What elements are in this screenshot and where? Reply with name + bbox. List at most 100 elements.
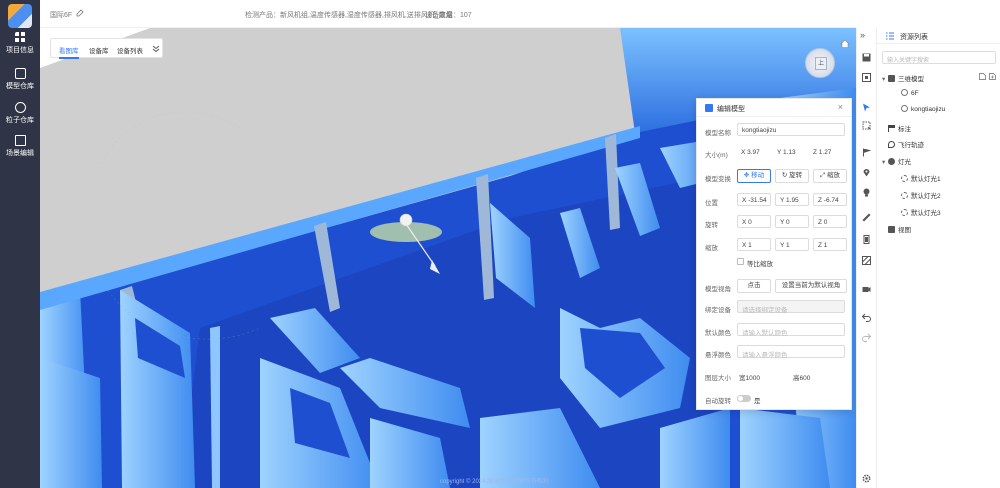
- view-click-button[interactable]: 点击: [737, 279, 771, 293]
- product-label: 检测产品：新风机组,温度传感器,湿度传感器,排风机,送排风机_废烟: [245, 12, 453, 19]
- tree-item-label: 默认灯光2: [911, 193, 941, 200]
- camera-icon[interactable]: [862, 285, 871, 294]
- rotation-label: 旋转: [705, 222, 718, 229]
- tree-item-light-1[interactable]: 默认灯光1: [901, 173, 941, 183]
- transform-icon[interactable]: [862, 121, 871, 130]
- rail-item-scene-edit[interactable]: 场景编辑: [0, 135, 40, 158]
- hatch-icon[interactable]: [862, 256, 871, 265]
- scale-y-input[interactable]: Y 1: [775, 238, 809, 251]
- left-rail: 项目信息 模型仓库 粒子仓库 场景编辑: [0, 0, 40, 488]
- position-z: Z -6.74: [818, 197, 839, 204]
- default-color-input[interactable]: 请输入默认颜色: [737, 323, 845, 337]
- selected-color-placeholder: 请输入悬浮颜色: [742, 352, 788, 359]
- home-icon[interactable]: [840, 39, 850, 48]
- undo-icon[interactable]: [862, 313, 871, 322]
- position-z-input[interactable]: Z -6.74: [813, 193, 847, 206]
- device-placeholder: 请选择绑定设备: [742, 307, 788, 314]
- location-icon[interactable]: [862, 168, 871, 177]
- image-width[interactable]: 宽1000: [739, 372, 760, 382]
- tree-item-light-2[interactable]: 默认灯光2: [901, 190, 941, 200]
- position-x-input[interactable]: X -31.54: [737, 193, 771, 206]
- device-select[interactable]: 请选择绑定设备: [737, 300, 845, 314]
- light-icon[interactable]: [862, 188, 871, 197]
- rotation-z-input[interactable]: Z 0: [813, 215, 847, 228]
- move-button-label: 移动: [751, 172, 765, 179]
- light-icon: [901, 192, 908, 199]
- section-icon[interactable]: [862, 235, 871, 244]
- set-default-view-button[interactable]: 设置当前为默认视角: [775, 279, 847, 293]
- flag-icon[interactable]: [862, 148, 871, 157]
- model-icon: [901, 89, 908, 96]
- tab-model-library[interactable]: 看图库: [59, 45, 79, 55]
- set-default-view-label: 设置当前为默认视角: [781, 282, 841, 289]
- redo-icon[interactable]: [862, 333, 871, 342]
- edit-icon[interactable]: [76, 9, 84, 17]
- save-icon[interactable]: [862, 53, 871, 62]
- tree-item-light-3[interactable]: 默认灯光3: [901, 207, 941, 217]
- auto-rotate-label: 自动旋转: [705, 398, 731, 405]
- library-tabs: 看图库 设备库 设备列表: [50, 38, 163, 59]
- cube-icon: [888, 75, 895, 82]
- image-height[interactable]: 高600: [793, 372, 810, 382]
- tree-item-flight-path[interactable]: 飞行轨迹: [888, 139, 924, 149]
- fit-view-icon[interactable]: [862, 73, 871, 82]
- selected-color-input[interactable]: 请输入悬浮颜色: [737, 345, 845, 359]
- resource-panel: 输入关键字搜索 ▾ 三维模型 6F kongtiaojizu 标注 飞行轨迹 ▾ 灯…: [876, 28, 1000, 488]
- box-icon: [14, 68, 26, 79]
- selected-color-label: 悬浮颜色: [705, 352, 731, 359]
- close-icon[interactable]: ×: [838, 102, 843, 112]
- rotation-y: Y 0: [780, 219, 790, 226]
- expand-panel-icon[interactable]: »: [860, 30, 865, 40]
- file-icon[interactable]: [979, 73, 986, 80]
- uniform-scale-checkbox[interactable]: [737, 258, 744, 265]
- default-color-label: 默认颜色: [705, 330, 731, 337]
- tab-device-library[interactable]: 设备库: [89, 45, 109, 55]
- rotation-y-input[interactable]: Y 0: [775, 215, 809, 228]
- auto-rotate-toggle[interactable]: [737, 395, 751, 402]
- rail-item-label: 场景编辑: [6, 150, 34, 157]
- tree-item-annotation[interactable]: 标注: [888, 123, 911, 133]
- tab-device-list[interactable]: 设备列表: [117, 45, 143, 55]
- scene-name: 国际6F: [50, 12, 73, 19]
- rotation-x-input[interactable]: X 0: [737, 215, 771, 228]
- rail-item-label: 粒子仓库: [6, 117, 34, 124]
- tree-item-views[interactable]: 视图: [888, 224, 911, 234]
- light-bulb-icon: [888, 158, 895, 165]
- tree-item-label: 默认灯光1: [911, 176, 941, 183]
- device-count: 设备数量：107: [425, 12, 472, 19]
- nav-cube-face[interactable]: 上: [815, 57, 827, 70]
- file-add-icon[interactable]: [989, 73, 996, 80]
- gear-icon[interactable]: [862, 474, 871, 483]
- tree-item-6f[interactable]: 6F: [901, 89, 919, 97]
- name-input[interactable]: kongtiaojizu: [737, 123, 845, 136]
- rail-item-project-info[interactable]: 项目信息: [0, 32, 40, 55]
- app-logo: [8, 4, 32, 28]
- tree-item-3d-models[interactable]: ▾ 三维模型: [882, 73, 924, 83]
- pointer-icon[interactable]: [862, 103, 871, 112]
- resource-search-input[interactable]: 输入关键字搜索: [882, 51, 996, 64]
- model-icon: [901, 105, 908, 112]
- scale-z-input[interactable]: Z 1: [813, 238, 847, 251]
- scale-x-input[interactable]: X 1: [737, 238, 771, 251]
- flag-icon: [888, 125, 895, 132]
- ruler-icon[interactable]: [862, 213, 871, 222]
- scale-button[interactable]: ⤢ 缩放: [813, 169, 847, 183]
- rail-item-label: 项目信息: [6, 47, 34, 54]
- search-placeholder: 输入关键字搜索: [887, 58, 930, 64]
- view-click-label: 点击: [747, 282, 761, 289]
- rail-item-particle-repo[interactable]: 粒子仓库: [0, 102, 40, 125]
- rotate-button[interactable]: ↻ 旋转: [775, 169, 809, 183]
- tree-item-kongtiaojizu[interactable]: kongtiaojizu: [901, 105, 945, 113]
- top-bar: 国际6F 检测产品：新风机组,温度传感器,湿度传感器,排风机,送排风机_废烟 设…: [40, 0, 856, 28]
- rail-item-model-repo[interactable]: 模型仓库: [0, 68, 40, 91]
- size-label: 大小(m): [705, 152, 728, 159]
- position-y-input[interactable]: Y 1.95: [775, 193, 809, 206]
- position-label: 位置: [705, 200, 718, 207]
- navigation-cube[interactable]: 上: [805, 48, 835, 78]
- move-button[interactable]: ✥ 移动: [737, 169, 771, 183]
- chevron-double-down-icon[interactable]: [152, 45, 160, 53]
- tree-item-label: 灯光: [898, 159, 911, 166]
- tree-item-lights[interactable]: ▾ 灯光: [882, 156, 911, 166]
- copyright: copyright © 2024 版权所有 保留所有权利: [440, 479, 549, 485]
- scale-x: X 1: [742, 242, 752, 249]
